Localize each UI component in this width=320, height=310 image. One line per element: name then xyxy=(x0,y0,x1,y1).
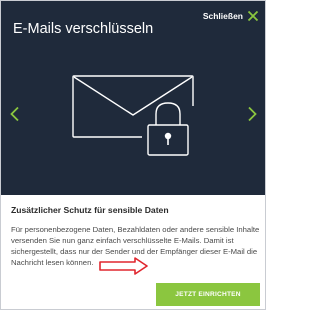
envelope-lock-icon xyxy=(72,75,194,156)
hero-panel: E-Mails verschlüsseln Schließen xyxy=(1,1,265,195)
chevron-right-icon[interactable] xyxy=(245,106,259,122)
close-icon xyxy=(247,10,259,22)
close-label: Schließen xyxy=(202,11,243,21)
arrow-right-icon xyxy=(99,257,148,275)
section-heading: Zusätzlicher Schutz für sensible Daten xyxy=(11,205,169,215)
close-button[interactable]: Schließen xyxy=(203,10,259,22)
encryption-dialog: E-Mails verschlüsseln Schließen Zusätzli… xyxy=(0,0,266,310)
dialog-title: E-Mails verschlüsseln xyxy=(13,21,154,37)
chevron-left-icon[interactable] xyxy=(8,106,22,122)
setup-now-button[interactable]: JETZT EINRICHTEN xyxy=(156,283,260,306)
